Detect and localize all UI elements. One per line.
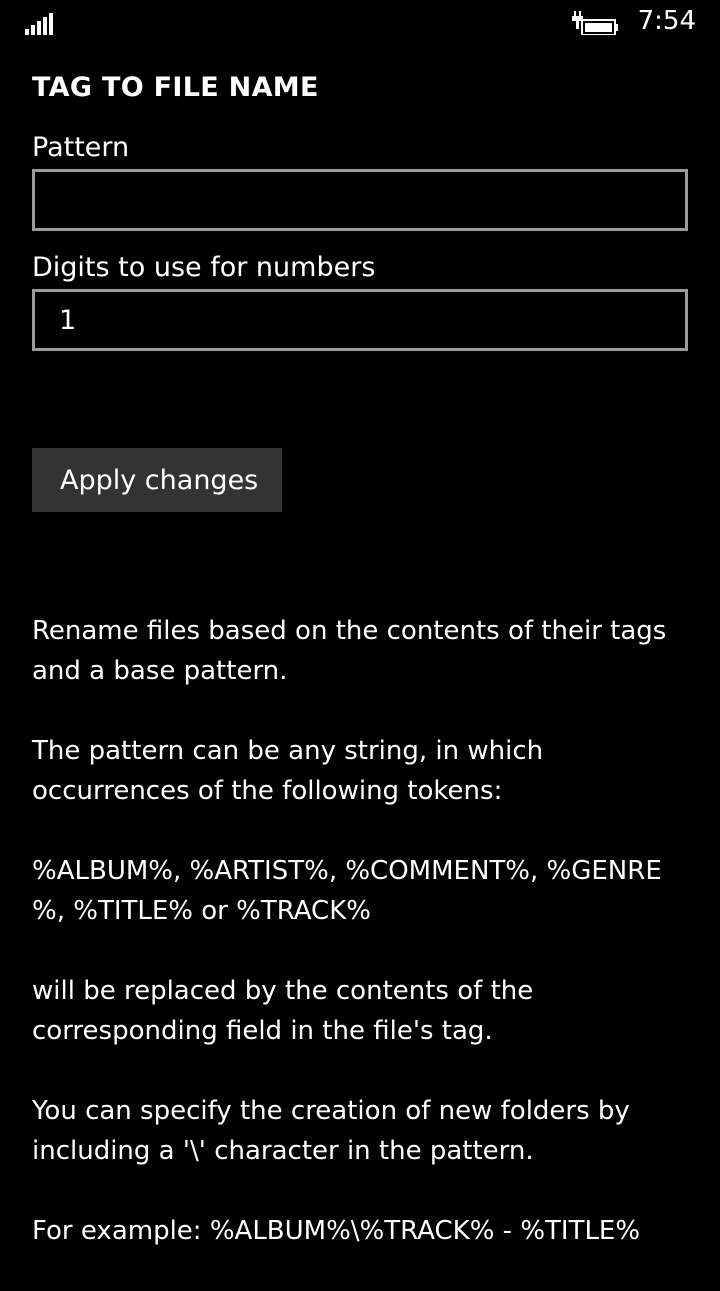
battery-charging-icon <box>571 9 619 36</box>
description-paragraph-6: For example: %ALBUM%\%TRACK% - %TITLE% <box>32 1216 641 1246</box>
digits-label: Digits to use for numbers <box>32 252 376 283</box>
clock: 7:54 <box>637 6 696 36</box>
description-paragraph-3: %ALBUM%, %ARTIST%, %COMMENT%, %GENRE %, … <box>32 856 662 926</box>
description-paragraph-2: The pattern can be any string, in which … <box>32 736 544 806</box>
description-text: Rename files based on the contents of th… <box>32 611 688 1291</box>
pattern-label: Pattern <box>32 132 130 163</box>
signal-strength-icon <box>25 13 55 35</box>
description-paragraph-5: You can specify the creation of new fold… <box>32 1096 630 1166</box>
description-paragraph-1: Rename files based on the contents of th… <box>32 616 667 686</box>
description-paragraph-4: will be replaced by the contents of the … <box>32 976 534 1046</box>
digits-input[interactable] <box>32 289 688 351</box>
pattern-input[interactable] <box>32 169 688 231</box>
status-bar: 7:54 <box>0 0 720 48</box>
apply-changes-button[interactable]: Apply changes <box>32 448 282 512</box>
page-title: TAG TO FILE NAME <box>32 72 319 103</box>
